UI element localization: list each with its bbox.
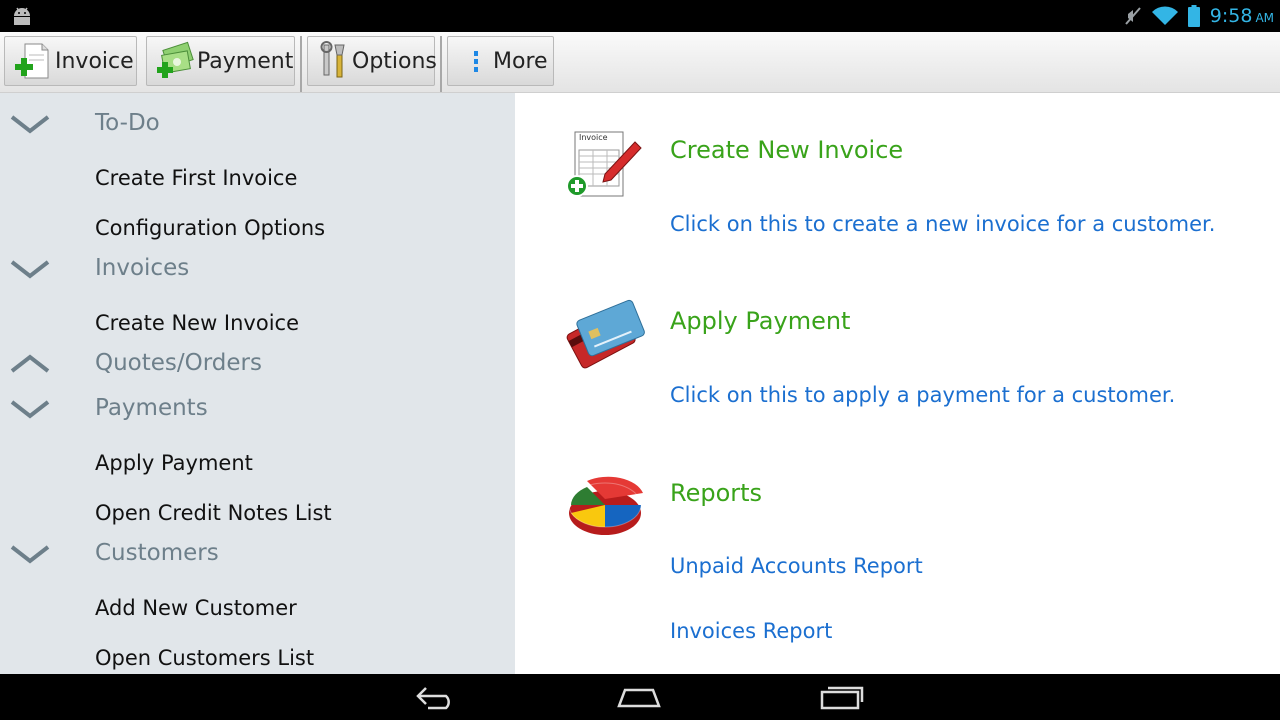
chevron-up-icon (10, 354, 50, 373)
status-bar: 9:58 AM (0, 0, 1280, 32)
wifi-icon (1151, 6, 1178, 26)
invoice-button-label: Invoice (55, 48, 134, 74)
invoices-report-link[interactable]: Invoices Report (670, 619, 832, 643)
sidebar-item-configuration-options[interactable]: Configuration Options (95, 213, 325, 243)
sidebar-group-title: Quotes/Orders (95, 350, 262, 376)
action-toolbar: Invoice Payment Options More (0, 32, 1280, 93)
chevron-down-icon (10, 545, 50, 564)
credit-cards-icon[interactable] (565, 293, 645, 373)
sidebar-group-title: Invoices (95, 255, 190, 281)
reports-title[interactable]: Reports (670, 479, 762, 507)
sidebar-group-quotes-orders[interactable]: Quotes/Orders (0, 343, 515, 383)
sidebar-group-payments[interactable]: Payments (0, 388, 515, 428)
recent-apps-icon[interactable] (818, 682, 866, 712)
apply-payment-title[interactable]: Apply Payment (670, 307, 850, 335)
navigation-sidebar: To-Do Create First Invoice Configuration… (0, 93, 515, 674)
pie-chart-icon[interactable] (565, 465, 645, 545)
sidebar-item-apply-payment[interactable]: Apply Payment (95, 448, 253, 478)
sidebar-group-todo[interactable]: To-Do (0, 103, 515, 143)
more-button-label: More (493, 48, 548, 74)
more-button[interactable]: More (447, 36, 554, 86)
chevron-down-icon (10, 260, 50, 279)
apply-payment-link[interactable]: Click on this to apply a payment for a c… (670, 383, 1175, 407)
battery-icon (1187, 5, 1200, 27)
sidebar-group-title: Customers (95, 540, 219, 566)
create-invoice-link[interactable]: Click on this to create a new invoice fo… (670, 212, 1215, 236)
clock: 9:58 AM (1210, 5, 1274, 27)
payment-button-label: Payment (197, 48, 294, 74)
sidebar-item-create-new-invoice[interactable]: Create New Invoice (95, 308, 299, 338)
payment-button[interactable]: Payment (146, 36, 295, 86)
clock-time: 9:58 (1209, 5, 1253, 27)
android-icon (14, 7, 30, 25)
sidebar-item-add-new-customer[interactable]: Add New Customer (95, 593, 297, 623)
back-icon[interactable] (412, 682, 460, 712)
add-document-icon (13, 41, 53, 81)
options-button[interactable]: Options (307, 36, 437, 86)
sidebar-group-invoices[interactable]: Invoices (0, 248, 515, 288)
invoice-icon-text: Invoice (579, 133, 608, 142)
sidebar-group-customers[interactable]: Customers (0, 533, 515, 573)
home-icon[interactable] (615, 682, 663, 712)
tools-icon (318, 41, 350, 81)
options-button-label: Options (352, 48, 437, 74)
unpaid-accounts-report-link[interactable]: Unpaid Accounts Report (670, 554, 923, 578)
invoice-pen-icon[interactable]: Invoice (565, 128, 645, 203)
main-panel: Invoice Create New Invoice Click on this… (515, 93, 1280, 674)
invoice-button[interactable]: Invoice (4, 36, 137, 86)
overflow-menu-icon (466, 41, 486, 81)
sidebar-item-open-customers-list[interactable]: Open Customers List (95, 643, 314, 673)
mute-icon (1125, 7, 1141, 25)
toolbar-divider (440, 36, 442, 92)
add-money-icon (155, 41, 195, 81)
sidebar-item-create-first-invoice[interactable]: Create First Invoice (95, 163, 297, 193)
toolbar-divider (300, 36, 302, 92)
sidebar-group-title: To-Do (95, 110, 160, 136)
system-navigation-bar (0, 674, 1280, 720)
chevron-down-icon (10, 115, 50, 134)
create-new-invoice-title[interactable]: Create New Invoice (670, 136, 903, 164)
sidebar-item-open-credit-notes-list[interactable]: Open Credit Notes List (95, 498, 332, 528)
clock-ampm: AM (1255, 11, 1274, 25)
sidebar-group-title: Payments (95, 395, 208, 421)
chevron-down-icon (10, 400, 50, 419)
